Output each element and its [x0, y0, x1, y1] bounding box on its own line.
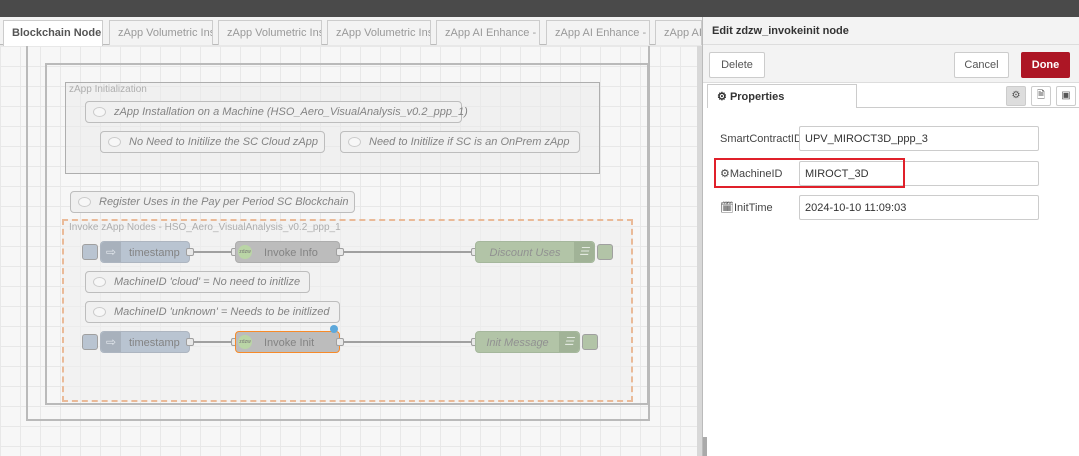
zdzw-logo-icon: zdzw	[236, 332, 256, 352]
tab-zapp-volumetric-3[interactable]: zApp Volumetric Ins	[327, 20, 431, 45]
comment-label: MachineID 'cloud' = No need to initlize	[114, 276, 301, 288]
flow-canvas[interactable]: zApp Initialization zApp Installation on…	[0, 46, 697, 456]
cancel-button[interactable]: Cancel	[954, 52, 1009, 78]
tab-properties-label: Properties	[729, 91, 785, 103]
calendar-plus-icon: 🗓	[720, 202, 734, 214]
description-doc-icon[interactable]: 🗎	[1031, 86, 1051, 106]
wire	[344, 341, 474, 343]
comment-need[interactable]: Need to Initilize if SC is an OnPrem zAp…	[340, 131, 580, 153]
comment-machine-cloud[interactable]: MachineID 'cloud' = No need to initlize	[85, 271, 310, 293]
edit-tray: Edit zdzw_invokeinit node Delete Cancel …	[702, 17, 1079, 456]
comment-icon	[93, 277, 106, 287]
arrow-right-icon: ⇨	[101, 242, 121, 262]
comment-label: Register Uses in the Pay per Period SC B…	[99, 196, 349, 208]
comment-label: zApp Installation on a Machine (HSO_Aero…	[114, 106, 468, 118]
debug-toggle-button-1[interactable]	[597, 244, 613, 260]
comment-label: MachineID 'unknown' = Needs to be initli…	[114, 306, 330, 318]
workspace: Blockchain Node I zApp Volumetric Ins zA…	[0, 17, 702, 456]
init-time-input[interactable]	[799, 195, 1039, 220]
top-header-bar	[0, 0, 1079, 17]
done-button[interactable]: Done	[1021, 52, 1070, 78]
smart-contract-label: SmartContractID	[720, 133, 802, 145]
node-label: Discount Uses	[489, 247, 561, 259]
comment-icon	[93, 107, 106, 117]
node-label: Init Message	[486, 337, 549, 349]
smart-contract-input[interactable]	[799, 126, 1039, 151]
inject-trigger-button-1[interactable]	[82, 244, 98, 260]
tab-properties[interactable]: ⚙ Properties	[707, 84, 857, 108]
tab-zapp-ai-3[interactable]: zApp AI	[655, 20, 702, 45]
output-port[interactable]	[186, 338, 194, 346]
cogs-icon: ⚙	[720, 168, 730, 180]
tray-toolbar: Delete Cancel Done	[703, 45, 1079, 83]
zdzw-logo-icon: zdzw	[236, 242, 256, 262]
list-icon: ☰	[574, 242, 594, 262]
output-port[interactable]	[186, 248, 194, 256]
group-label-init: zApp Initialization	[69, 84, 147, 95]
machine-id-input[interactable]	[799, 161, 1039, 186]
node-init-message[interactable]: Init Message ☰	[475, 331, 580, 353]
changed-indicator-icon	[330, 325, 338, 333]
workspace-tabbar: Blockchain Node I zApp Volumetric Ins zA…	[0, 17, 702, 46]
wire	[194, 251, 234, 253]
output-port[interactable]	[336, 338, 344, 346]
comment-icon	[93, 307, 106, 317]
settings-gear-icon[interactable]: ⚙	[1006, 86, 1026, 106]
tab-blockchain-node[interactable]: Blockchain Node I	[3, 20, 103, 46]
node-label: Invoke Init	[264, 337, 315, 349]
arrow-right-icon: ⇨	[101, 332, 121, 352]
node-timestamp-1[interactable]: ⇨ timestamp	[100, 241, 190, 263]
flow-content: zApp Initialization zApp Installation on…	[0, 46, 697, 456]
gear-icon: ⚙	[717, 91, 727, 103]
appearance-frame-icon[interactable]: ▣	[1056, 86, 1076, 106]
comment-icon	[108, 137, 121, 147]
debug-toggle-button-2[interactable]	[582, 334, 598, 350]
comment-icon	[348, 137, 361, 147]
tab-zapp-volumetric-2[interactable]: zApp Volumetric Ins	[218, 20, 322, 45]
comment-no-need[interactable]: No Need to Initilize the SC Cloud zApp	[100, 131, 325, 153]
comment-label: Need to Initilize if SC is an OnPrem zAp…	[369, 136, 570, 148]
tab-zapp-ai-enhance-2[interactable]: zApp AI Enhance -	[546, 20, 650, 45]
comment-machine-unknown[interactable]: MachineID 'unknown' = Needs to be initli…	[85, 301, 340, 323]
comment-label: No Need to Initilize the SC Cloud zApp	[129, 136, 318, 148]
node-label: timestamp	[129, 247, 180, 259]
tab-zapp-volumetric-1[interactable]: zApp Volumetric Ins	[109, 20, 213, 45]
comment-icon	[78, 197, 91, 207]
machine-id-label: MachineID	[729, 168, 783, 180]
node-label: timestamp	[129, 337, 180, 349]
list-icon: ☰	[559, 332, 579, 352]
tab-divider	[857, 107, 1079, 108]
wire	[194, 341, 234, 343]
wire	[344, 251, 474, 253]
tab-zapp-ai-enhance-1[interactable]: zApp AI Enhance -	[436, 20, 540, 45]
zdzw-logo-text: zdzw	[238, 245, 252, 259]
init-time-label: InitTime	[733, 202, 773, 214]
comment-register[interactable]: Register Uses in the Pay per Period SC B…	[70, 191, 355, 213]
machine-id-label-row: ⚙MachineID	[720, 167, 782, 180]
node-label: Invoke Info	[264, 247, 318, 259]
tray-resize-handle[interactable]	[703, 437, 707, 456]
group-label-invoke: Invoke zApp Nodes - HSO_Aero_VisualAnaly…	[69, 222, 341, 233]
node-discount-uses[interactable]: Discount Uses ☰	[475, 241, 595, 263]
zdzw-logo-text: zdzw	[238, 335, 252, 349]
tray-title: Edit zdzw_invokeinit node	[703, 17, 1079, 45]
node-invoke-init[interactable]: zdzw Invoke Init	[235, 331, 340, 353]
node-timestamp-2[interactable]: ⇨ timestamp	[100, 331, 190, 353]
delete-button[interactable]: Delete	[709, 52, 765, 78]
node-invoke-info[interactable]: zdzw Invoke Info	[235, 241, 340, 263]
output-port[interactable]	[336, 248, 344, 256]
inject-trigger-button-2[interactable]	[82, 334, 98, 350]
init-time-label-row: 🗓InitTime	[720, 201, 773, 214]
comment-zapp-install[interactable]: zApp Installation on a Machine (HSO_Aero…	[85, 101, 468, 123]
group-zapp-initialization[interactable]	[65, 82, 600, 174]
